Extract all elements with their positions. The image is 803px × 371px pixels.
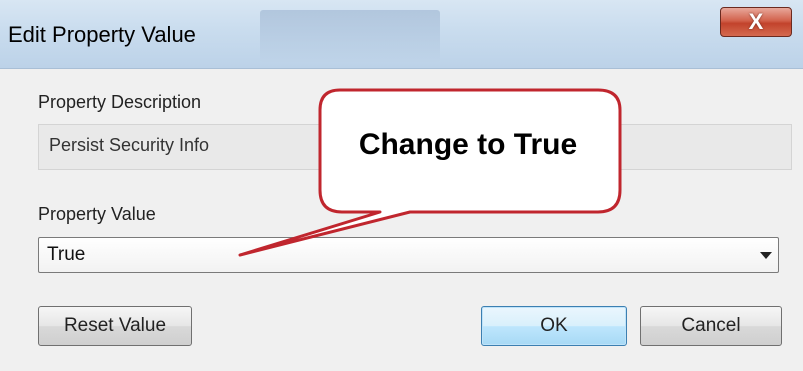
callout-bubble <box>238 88 622 257</box>
window-title: Edit Property Value <box>8 22 196 47</box>
callout-text: Change to True <box>358 128 578 161</box>
property-description-value: Persist Security Info <box>49 135 210 155</box>
reset-value-label: Reset Value <box>63 315 167 336</box>
reset-value-button[interactable]: Reset Value <box>38 306 192 346</box>
callout-shape <box>238 88 622 257</box>
cancel-button[interactable]: Cancel <box>640 306 782 346</box>
close-icon: X <box>748 9 764 34</box>
close-button[interactable]: X <box>720 7 792 37</box>
chevron-down-icon[interactable] <box>760 252 772 259</box>
property-description-label: Property Description <box>38 92 202 112</box>
titlebar-background-window <box>260 10 440 62</box>
title-bar[interactable]: Edit Property Value X <box>0 0 803 69</box>
property-value-label: Property Value <box>38 204 156 224</box>
ok-button[interactable]: OK <box>481 306 627 346</box>
edit-property-dialog: Edit Property Value X Property Descripti… <box>0 0 803 371</box>
cancel-label: Cancel <box>681 315 741 336</box>
ok-label: OK <box>540 315 568 336</box>
property-value-selected: True <box>47 244 86 265</box>
